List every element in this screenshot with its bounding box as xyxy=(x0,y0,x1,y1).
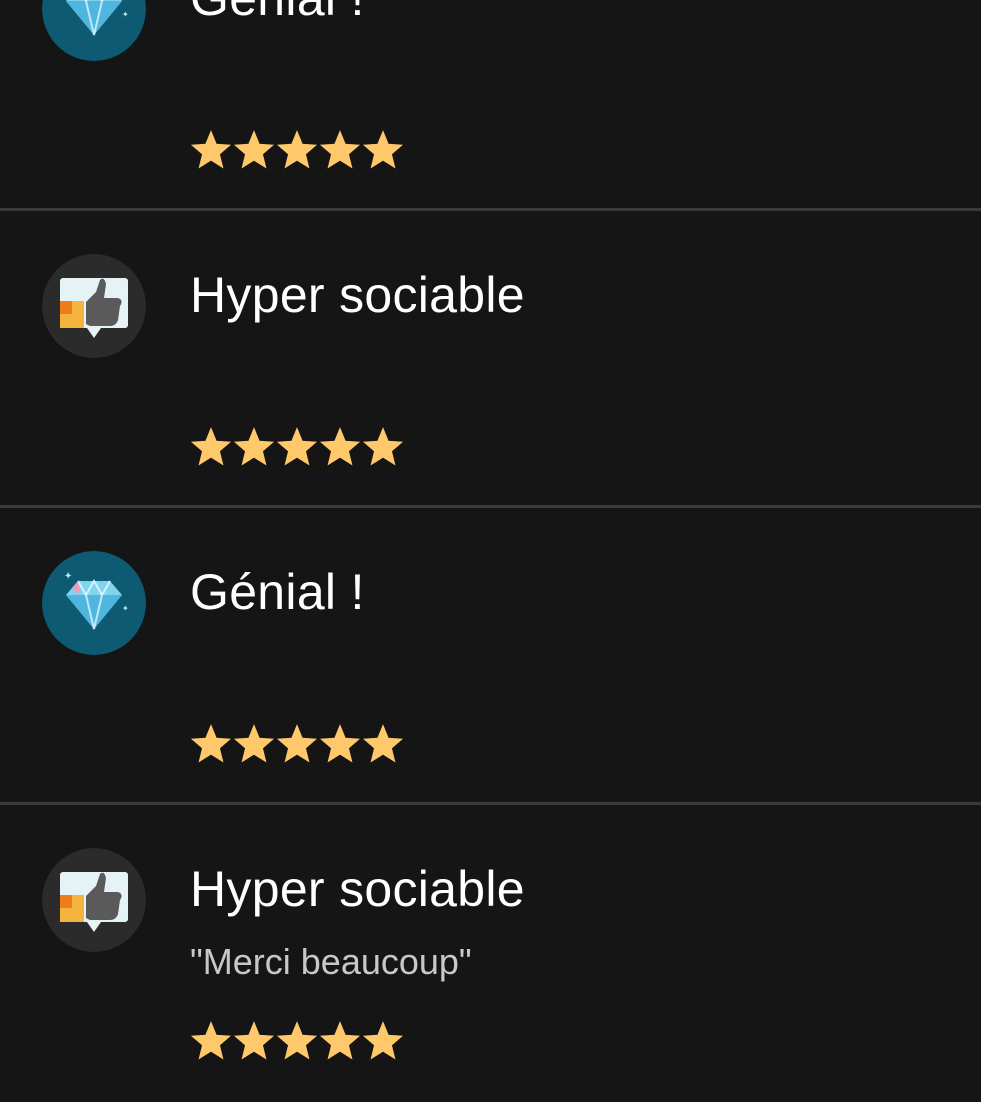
thumbs-up-icon xyxy=(42,848,146,952)
review-item: Hyper sociable xyxy=(0,211,981,508)
compliment-title: Hyper sociable xyxy=(190,861,525,917)
star-icon xyxy=(276,426,318,468)
star-icon xyxy=(233,1020,275,1062)
diamond-badge: ✦ ✦ xyxy=(42,551,146,655)
compliment-title: Hyper sociable xyxy=(190,267,525,323)
star-icon xyxy=(190,129,232,171)
star-icon xyxy=(362,723,404,765)
star-icon xyxy=(319,129,361,171)
star-icon xyxy=(362,426,404,468)
star-icon xyxy=(233,723,275,765)
star-icon xyxy=(276,129,318,171)
thumbs-up-badge xyxy=(42,848,146,952)
svg-text:✦: ✦ xyxy=(64,571,72,582)
star-icon xyxy=(276,1020,318,1062)
svg-text:✦: ✦ xyxy=(122,604,129,613)
star-icon xyxy=(319,723,361,765)
star-icon xyxy=(362,1020,404,1062)
star-icon xyxy=(233,426,275,468)
compliment-title: Génial ! xyxy=(190,0,365,28)
star-icon xyxy=(362,129,404,171)
star-icon xyxy=(190,723,232,765)
compliment-comment: "Merci beaucoup" xyxy=(190,941,472,982)
thumbs-up-badge xyxy=(42,254,146,358)
diamond-icon: ✦ ✦ xyxy=(42,551,146,655)
star-rating xyxy=(190,723,404,765)
review-item: Hyper sociable "Merci beaucoup" xyxy=(0,805,981,1102)
star-rating xyxy=(190,426,404,468)
star-icon xyxy=(233,129,275,171)
review-item: ✦ ✦ Génial ! xyxy=(0,0,981,211)
diamond-badge: ✦ ✦ xyxy=(42,0,146,61)
star-icon xyxy=(319,1020,361,1062)
star-rating xyxy=(190,1020,404,1062)
star-icon xyxy=(276,723,318,765)
star-rating xyxy=(190,129,404,171)
star-icon xyxy=(190,426,232,468)
review-item: ✦ ✦ Génial ! xyxy=(0,508,981,805)
star-icon xyxy=(190,1020,232,1062)
compliments-list: ✦ ✦ Génial ! Hyper sociable xyxy=(0,0,981,1102)
compliment-title: Génial ! xyxy=(190,564,365,620)
diamond-icon: ✦ ✦ xyxy=(42,0,146,61)
star-icon xyxy=(319,426,361,468)
svg-text:✦: ✦ xyxy=(122,10,129,19)
thumbs-up-icon xyxy=(42,254,146,358)
